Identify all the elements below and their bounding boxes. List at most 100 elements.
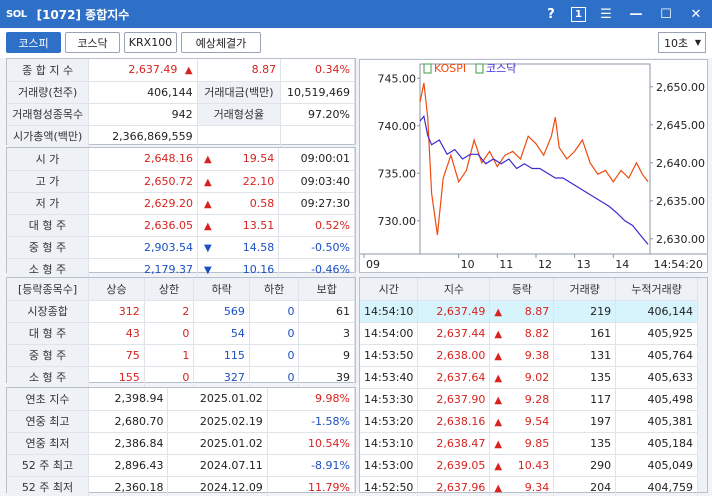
tick-row[interactable]: 14:53:102,638.47 9.85135405,184 xyxy=(360,432,698,455)
tick-volume: 219 xyxy=(553,300,617,323)
history-table: 연초 지수 2,398.94 2025.01.02 9.98% 연중 최고 2,680.7… xyxy=(7,388,356,496)
toolbar: 코스피 코스닥 KRX100 예상체결가 10초 ▼ xyxy=(0,28,712,58)
breadth-header: 보합 xyxy=(298,278,355,301)
up-arrow-icon xyxy=(185,63,193,76)
tick-row[interactable]: 14:53:402,637.64 9.02135405,633 xyxy=(360,366,698,389)
breadth-count: 75 xyxy=(88,344,145,367)
interval-select[interactable]: 10초 ▼ xyxy=(658,32,706,53)
price-change-number: 19.54 xyxy=(242,152,275,166)
legend-marker xyxy=(423,63,432,74)
tick-row[interactable]: 14:54:002,637.44 8.82161405,925 xyxy=(360,322,698,345)
breadth-header: 상승 xyxy=(88,278,145,301)
price-change-number: 14.58 xyxy=(242,240,275,254)
window-controls: ? 1 ☰ — ☐ ✕ xyxy=(541,4,706,24)
tick-time: 14:53:50 xyxy=(360,344,419,367)
tick-index: 2,638.16 xyxy=(417,410,491,433)
page-badge-button[interactable]: 1 xyxy=(571,6,586,22)
tick-header: 지수 xyxy=(417,278,491,301)
history-value: 2,680.70 xyxy=(88,410,169,433)
down-arrow-icon xyxy=(204,241,212,254)
price-label: 대 형 주 xyxy=(7,214,89,237)
tab-expected-price[interactable]: 예상체결가 xyxy=(181,32,261,53)
summary-value: 2,366,869,559 xyxy=(88,125,198,148)
tab-krx100[interactable]: KRX100 xyxy=(124,32,177,53)
price-change: 19.54 xyxy=(197,148,280,171)
tick-scrollbar[interactable] xyxy=(697,278,707,492)
history-date: 2025.02.19 xyxy=(167,410,268,433)
close-icon[interactable]: ✕ xyxy=(686,4,706,24)
plot-area xyxy=(419,63,651,255)
x-tick-label: 12 xyxy=(538,258,552,271)
summary-value: 97.20% xyxy=(280,103,355,126)
x-tick-label: 14 xyxy=(615,258,629,271)
price-table: 시 가2,648.16 19.5409:00:01 고 가2,650.72 22.10… xyxy=(7,148,355,281)
price-label: 중 형 주 xyxy=(7,236,89,259)
price-change-number: 10.16 xyxy=(242,262,275,276)
history-pct: -8.91% xyxy=(267,454,356,477)
maximize-icon[interactable]: ☐ xyxy=(656,4,676,24)
breadth-count: 312 xyxy=(88,300,145,323)
summary-label: 종 합 지 수 xyxy=(7,59,90,82)
price-change-number: 0.58 xyxy=(249,196,275,210)
price-row: 중 형 주2,903.54 14.58-0.50% xyxy=(7,236,355,259)
tick-cum-volume: 404,759 xyxy=(615,476,698,496)
price-extra: 0.52% xyxy=(278,214,355,237)
price-value: 2,629.20 xyxy=(88,192,198,215)
tab-kospi[interactable]: 코스피 xyxy=(6,32,61,53)
tick-table-wrap: 시간지수등락거래량누적거래량14:54:102,637.498.87219406… xyxy=(360,278,698,496)
help-button[interactable]: ? xyxy=(541,4,561,24)
x-tick-label: 11 xyxy=(499,258,513,271)
tick-volume: 135 xyxy=(553,366,617,389)
tick-row[interactable]: 14:53:302,637.90 9.28117405,498 xyxy=(360,388,698,411)
tick-volume: 290 xyxy=(553,454,617,477)
tick-change: 10.43 xyxy=(489,454,555,477)
history-date: 2025.01.02 xyxy=(167,432,268,455)
down-arrow-icon xyxy=(204,263,212,276)
price-label: 고 가 xyxy=(7,170,89,193)
breadth-count: 9 xyxy=(298,344,355,367)
tick-change-number: 9.38 xyxy=(524,348,550,362)
tick-change-number: 9.34 xyxy=(524,480,550,494)
minimize-icon[interactable]: — xyxy=(626,4,646,24)
chevron-down-icon: ▼ xyxy=(694,38,701,47)
breadth-row: 중 형 주 75 1 115 0 9 xyxy=(7,344,355,367)
up-arrow-icon xyxy=(204,219,212,232)
price-extra: -0.50% xyxy=(278,236,355,259)
tick-volume: 131 xyxy=(553,344,617,367)
breadth-count: 0 xyxy=(249,366,300,389)
tick-time: 14:54:10 xyxy=(360,300,419,323)
tick-change-number: 9.02 xyxy=(524,370,550,384)
legend-label: 코스닥 xyxy=(486,62,516,75)
breadth-header: 하한 xyxy=(249,278,300,301)
tick-row[interactable]: 14:52:502,637.96 9.34204404,759 xyxy=(360,476,698,496)
tick-volume: 197 xyxy=(553,410,617,433)
menu-icon[interactable]: ☰ xyxy=(596,4,616,24)
tick-row[interactable]: 14:53:002,639.05 10.43290405,049 xyxy=(360,454,698,477)
window-title: [1072] 종합지수 xyxy=(36,7,130,22)
up-arrow-icon xyxy=(494,437,502,450)
breadth-label: 시장종합 xyxy=(7,300,90,323)
breadth-count: 115 xyxy=(193,344,250,367)
tick-row[interactable]: 14:53:202,638.16 9.54197405,381 xyxy=(360,410,698,433)
tab-kosdaq[interactable]: 코스닥 xyxy=(65,32,120,53)
tick-time: 14:53:30 xyxy=(360,388,419,411)
tick-change: 8.82 xyxy=(489,322,555,345)
price-row: 고 가2,650.72 22.1009:03:40 xyxy=(7,170,355,193)
composite-index-number: 2,637.49 xyxy=(128,63,178,77)
price-change-number: 22.10 xyxy=(242,174,275,188)
up-arrow-icon xyxy=(204,197,212,210)
tick-row[interactable]: 14:53:502,638.00 9.38131405,764 xyxy=(360,344,698,367)
price-value: 2,648.16 xyxy=(88,148,198,171)
tick-change-number: 8.82 xyxy=(524,326,550,340)
history-row: 연중 최저 2,386.84 2025.01.02 10.54% xyxy=(7,432,356,455)
summary-row: 종 합 지 수 2,637.49 8.87 0.34% xyxy=(7,59,355,82)
price-change: 14.58 xyxy=(197,236,280,259)
tick-index: 2,637.90 xyxy=(417,388,491,411)
tick-volume: 117 xyxy=(553,388,617,411)
tick-cum-volume: 405,764 xyxy=(615,344,698,367)
empty-cell xyxy=(280,125,355,148)
breadth-count: 155 xyxy=(88,366,145,389)
tick-row[interactable]: 14:54:102,637.49 8.87219406,144 xyxy=(360,300,698,323)
breadth-count: 327 xyxy=(193,366,250,389)
breadth-count: 1 xyxy=(144,344,195,367)
